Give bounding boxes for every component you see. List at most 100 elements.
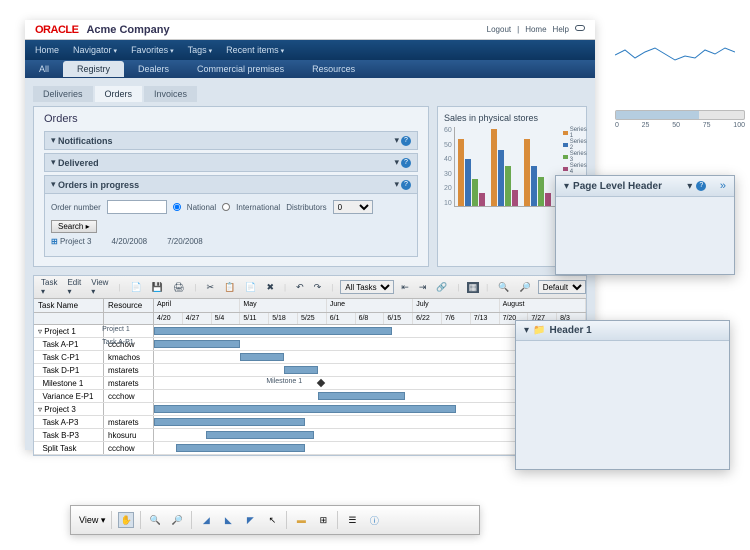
oracle-logo: ORACLE: [35, 24, 78, 36]
subnav-registry[interactable]: Registry: [63, 61, 124, 77]
gantt-row[interactable]: Task C-P1kmachos: [34, 351, 586, 364]
y-axis: 605040302010: [444, 127, 454, 207]
tab-orders[interactable]: Orders: [95, 86, 143, 102]
help-icon[interactable]: ?: [401, 158, 411, 168]
zoom-select[interactable]: Default: [538, 280, 586, 294]
result-row[interactable]: ⊞ Project 3 4/20/2008 7/20/2008: [51, 233, 411, 250]
nav-home[interactable]: Home: [35, 45, 59, 55]
tab-invoices[interactable]: Invoices: [144, 86, 197, 102]
print-icon[interactable]: 🖨: [170, 282, 187, 293]
shape2-icon[interactable]: ◣: [220, 512, 236, 528]
gantt-row[interactable]: ▿ Project 3: [34, 403, 586, 416]
undo-icon[interactable]: ↶: [293, 282, 307, 293]
tab-deliveries[interactable]: Deliveries: [33, 86, 93, 102]
pan-hand-icon[interactable]: ✋: [118, 512, 134, 528]
copy-icon[interactable]: 📋: [221, 282, 238, 293]
zoom-out-icon[interactable]: 🔎: [516, 282, 533, 293]
accordion-orders-in-progress[interactable]: ▾ Orders in progress ▾?: [44, 175, 418, 194]
filter-select[interactable]: All Tasks: [340, 280, 394, 294]
slider-ticks: 0255075100: [615, 122, 745, 129]
chevron-down-icon: ▾: [51, 157, 56, 168]
gantt-row[interactable]: Milestone 1mstaretsMilestone 1: [34, 377, 586, 390]
delete-icon[interactable]: ✖: [263, 282, 277, 293]
expand-icon[interactable]: »: [720, 180, 726, 192]
gantt-panel: Task ▾ Edit ▾ View ▾ | 📄 💾 🖨 | ✂ 📋 📄 ✖ |…: [33, 275, 587, 456]
nav-recent[interactable]: Recent items▾: [226, 45, 284, 55]
new-icon[interactable]: 📄: [128, 282, 145, 293]
grid-icon[interactable]: ⊞: [315, 512, 331, 528]
list-icon[interactable]: ☰: [344, 512, 360, 528]
order-number-input[interactable]: [107, 200, 167, 214]
gantt-row[interactable]: Task D-P1mstarets: [34, 364, 586, 377]
redo-icon[interactable]: ↷: [311, 282, 325, 293]
search-button[interactable]: Search ▸: [51, 220, 97, 233]
gantt-row[interactable]: Task B-P3hkosuru: [34, 429, 586, 442]
shape3-icon[interactable]: ◤: [242, 512, 258, 528]
header-links: Logout| Home Help: [487, 25, 585, 34]
gantt-row[interactable]: Split Taskccchow: [34, 442, 586, 455]
zoom-out-icon[interactable]: 🔎: [169, 512, 185, 528]
slider-widget: 0255075100: [615, 110, 745, 129]
zoom-in-icon[interactable]: 🔍: [495, 282, 512, 293]
distributors-label: Distributors: [286, 203, 326, 212]
order-number-label: Order number: [51, 203, 101, 212]
ruler-icon[interactable]: ▬: [293, 512, 309, 528]
timeline-months: AprilMayJuneJulyAugust: [154, 299, 586, 312]
zoom-in-icon[interactable]: 🔍: [147, 512, 163, 528]
link-icon[interactable]: 🔗: [433, 282, 450, 293]
slider-track[interactable]: [615, 110, 745, 120]
subnav-resources[interactable]: Resources: [298, 61, 369, 77]
nav-tags[interactable]: Tags▾: [188, 45, 213, 55]
gantt-row[interactable]: Task A-P1ccchowTask A-P1: [34, 338, 586, 351]
national-radio[interactable]: [173, 203, 181, 211]
info-icon[interactable]: ⓘ: [366, 512, 382, 528]
col-task-name: Task Name: [34, 299, 104, 312]
home-link[interactable]: Home: [525, 25, 546, 34]
accordion-delivered[interactable]: ▾ Delivered ▾?: [44, 153, 418, 172]
chevron-down-icon: ▾: [51, 179, 56, 190]
gantt-header: Task Name Resource AprilMayJuneJulyAugus…: [34, 299, 586, 313]
dropdown-icon[interactable]: ▾: [394, 157, 399, 168]
shape1-icon[interactable]: ◢: [198, 512, 214, 528]
view-menu[interactable]: View ▾: [79, 515, 105, 526]
logout-link[interactable]: Logout: [487, 25, 511, 34]
panel-header[interactable]: ▾ Page Level Header ▾? »: [556, 176, 734, 197]
gantt-row[interactable]: Variance E-P1ccchow: [34, 390, 586, 403]
chart-bars: [454, 127, 559, 207]
dropdown-icon[interactable]: ▾: [394, 135, 399, 146]
accordion-notifications[interactable]: ▾ Notifications ▾?: [44, 131, 418, 150]
gantt-row[interactable]: ▿ Project 1Project 1: [34, 325, 586, 338]
chevron-down-icon: ▾: [281, 48, 285, 55]
nav-navigator[interactable]: Navigator▾: [73, 45, 117, 55]
date-end: 7/20/2008: [167, 237, 203, 246]
indent-icon[interactable]: ⇤: [398, 282, 412, 293]
edit-menu[interactable]: Edit ▾: [64, 278, 84, 296]
list-view-icon[interactable]: ▦: [467, 282, 480, 293]
gantt-row[interactable]: Task A-P3mstarets: [34, 416, 586, 429]
outdent-icon[interactable]: ⇥: [416, 282, 430, 293]
cut-icon[interactable]: ✂: [203, 282, 217, 293]
international-radio[interactable]: [222, 203, 230, 211]
help-icon[interactable]: ?: [401, 180, 411, 190]
subnav-dealers[interactable]: Dealers: [124, 61, 183, 77]
pointer-icon[interactable]: ↖: [264, 512, 280, 528]
subnav-all[interactable]: All: [25, 61, 63, 77]
task-menu[interactable]: Task ▾: [38, 278, 60, 296]
orders-panel: Orders ▾ Notifications ▾? ▾ Delivered ▾?…: [33, 106, 429, 267]
chevron-down-icon: ▾: [524, 325, 529, 336]
secondary-nav: All Registry Dealers Commercial premises…: [25, 60, 595, 78]
dropdown-icon[interactable]: ▾: [394, 179, 399, 190]
help-link[interactable]: Help: [553, 25, 569, 34]
subnav-commercial[interactable]: Commercial premises: [183, 61, 298, 77]
inner-tabs: Deliveries Orders Invoices: [33, 86, 587, 102]
dropdown-icon[interactable]: ▾: [687, 181, 692, 192]
view-menu[interactable]: View ▾: [88, 278, 111, 296]
expand-icon[interactable]: ⊞: [51, 237, 58, 246]
nav-favorites[interactable]: Favorites▾: [131, 45, 174, 55]
distributors-select[interactable]: 0: [333, 200, 373, 214]
paste-icon[interactable]: 📄: [242, 282, 259, 293]
save-icon[interactable]: 💾: [149, 282, 166, 293]
help-icon[interactable]: ?: [401, 136, 411, 146]
panel-header[interactable]: ▾ 📁 Header 1: [516, 321, 729, 341]
help-icon[interactable]: ?: [696, 181, 706, 191]
